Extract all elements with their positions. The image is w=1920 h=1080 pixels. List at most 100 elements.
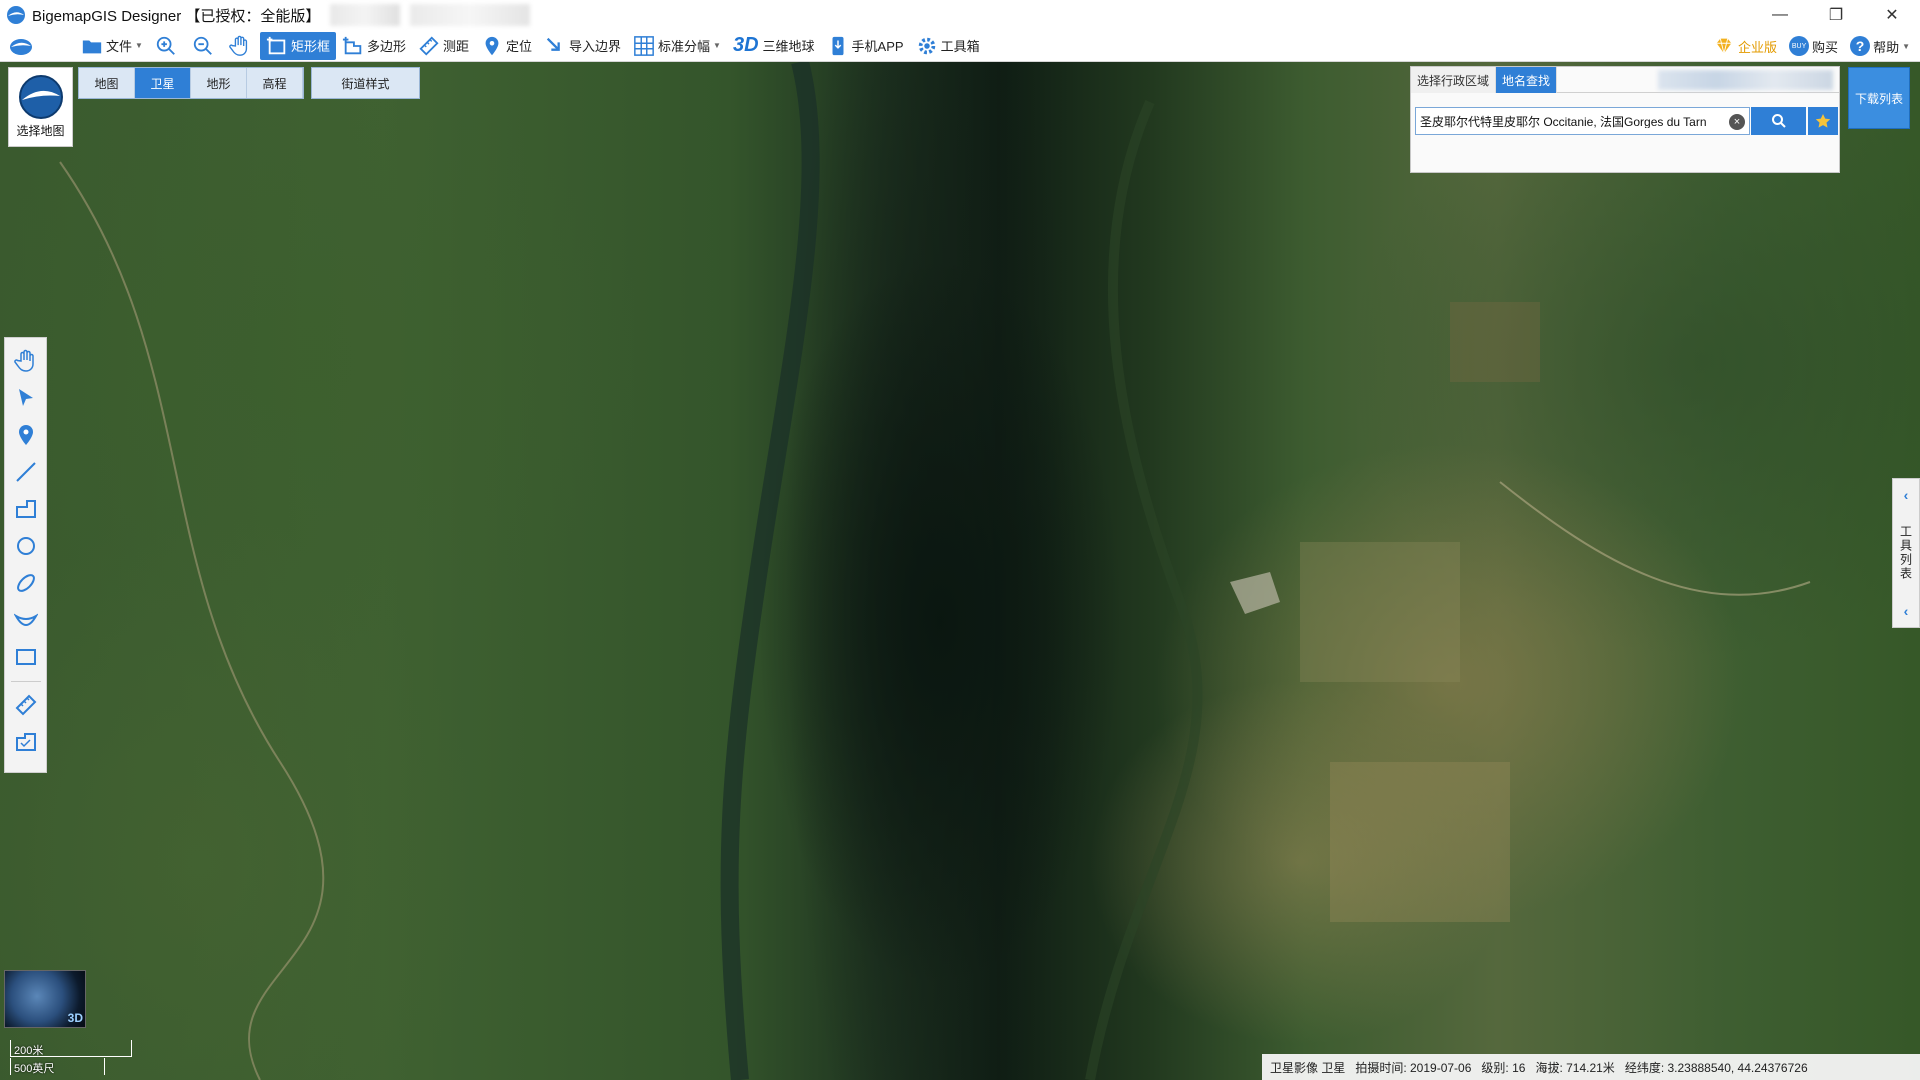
search-button[interactable] <box>1751 107 1806 135</box>
zoom-out-button[interactable] <box>186 32 223 60</box>
file-menu[interactable]: 文件 ▼ <box>75 32 149 60</box>
title-bar: BigemapGIS Designer 【已授权：全能版】 — ❐ ✕ <box>0 0 1920 30</box>
minimize-button[interactable]: — <box>1752 0 1808 30</box>
rect-box-label: 矩形框 <box>290 39 330 54</box>
cursor-arrow-icon <box>18 389 33 406</box>
tab-map[interactable]: 地图 <box>79 68 135 98</box>
zoom-in-icon <box>156 36 175 55</box>
location-pin-icon <box>18 425 33 445</box>
circle-icon <box>16 537 35 555</box>
clear-icon[interactable]: × <box>1729 114 1745 130</box>
toolbox-button[interactable]: 工具箱 <box>910 32 986 60</box>
measure-button[interactable]: 测距 <box>412 32 475 60</box>
buy-label: 购买 <box>1812 39 1839 55</box>
3d-icon: 3D <box>732 34 759 56</box>
rectangle-tool[interactable] <box>11 642 41 672</box>
toolbox-label: 工具箱 <box>940 39 980 54</box>
redacted-area <box>410 4 531 26</box>
chevron-left-icon[interactable]: ‹ <box>1904 603 1909 619</box>
chevron-down-icon: ▼ <box>135 41 143 50</box>
close-button[interactable]: ✕ <box>1864 0 1920 30</box>
restore-button[interactable]: ❐ <box>1808 0 1864 30</box>
satellite-map-canvas[interactable] <box>0 62 1920 1080</box>
divider <box>10 681 41 682</box>
circle-tool[interactable] <box>11 531 41 561</box>
rect-box-button[interactable]: 矩形框 <box>259 31 336 60</box>
mobile-app-label: 手机APP <box>851 39 904 54</box>
scale-metric-label: 200米 <box>14 1045 44 1057</box>
map-selector-label: 选择地图 <box>16 124 65 138</box>
locate-label: 定位 <box>505 39 532 54</box>
polygon-icon <box>342 36 362 54</box>
status-altitude: 海拔: 714.21米 <box>1535 1060 1615 1075</box>
import-boundary-label: 导入边界 <box>569 39 622 54</box>
marker-tool[interactable] <box>11 420 41 450</box>
mobile-phone-icon <box>832 36 844 55</box>
pan-tool[interactable] <box>11 346 41 376</box>
zoom-in-button[interactable] <box>149 32 186 60</box>
map-source-selector[interactable]: 选择地图 <box>8 67 73 147</box>
measure-distance-tool[interactable] <box>11 690 41 720</box>
status-bar: 卫星影像 卫星 拍摄时间: 2019-07-06 级别: 16 海拔: 714.… <box>1262 1054 1920 1080</box>
pan-button[interactable] <box>223 32 260 60</box>
bigemap-logo-icon <box>10 38 32 55</box>
globe-3d-label: 三维地球 <box>762 39 815 54</box>
buy-icon: BUY <box>1789 36 1810 56</box>
home-logo-button[interactable] <box>0 32 45 60</box>
window-title: BigemapGIS Designer 【已授权：全能版】 <box>32 7 321 25</box>
status-capture-time: 拍摄时间: 2019-07-06 <box>1355 1060 1472 1075</box>
download-list-button[interactable]: 下载列表 <box>1848 67 1910 129</box>
scale-bar: 200米 500英尺 <box>10 1040 135 1078</box>
help-label: 帮助 <box>1873 39 1900 55</box>
mobile-app-button[interactable]: 手机APP <box>821 32 910 60</box>
search-icon <box>1771 114 1786 128</box>
3d-label: 3D <box>67 1011 83 1025</box>
app-logo-icon <box>7 6 25 24</box>
line-tool[interactable] <box>11 457 41 487</box>
grid-icon <box>634 35 654 56</box>
tab-terrain[interactable]: 地形 <box>191 68 247 98</box>
chevron-down-icon: ▼ <box>1902 41 1910 51</box>
rectangle-icon <box>15 649 36 665</box>
globe-3d-button[interactable]: 3D 三维地球 <box>727 32 821 60</box>
polygon-icon <box>15 500 36 518</box>
area-measure-icon <box>15 733 36 751</box>
redacted-area <box>1658 70 1833 90</box>
tool-list-panel[interactable]: ‹ 工具列表 ‹ <box>1892 478 1920 628</box>
locate-button[interactable]: 定位 <box>475 32 538 60</box>
arc-tool[interactable] <box>11 605 41 635</box>
measure-label: 测距 <box>442 39 469 54</box>
ellipse-icon <box>16 574 35 592</box>
arc-icon <box>13 613 38 626</box>
enterprise-button[interactable]: 企业版 <box>1707 32 1783 60</box>
buy-button[interactable]: BUY 购买 <box>1783 32 1844 60</box>
help-menu[interactable]: ? 帮助 ▼ <box>1844 32 1916 60</box>
gear-icon <box>918 37 935 54</box>
ellipse-tool[interactable] <box>11 568 41 598</box>
tab-satellite[interactable]: 卫星 <box>135 68 191 98</box>
ruler-icon <box>419 35 439 56</box>
scale-imperial-label: 500英尺 <box>14 1063 55 1075</box>
search-box: × <box>1415 107 1750 135</box>
standard-sheet-menu[interactable]: 标准分幅 ▼ <box>627 32 727 60</box>
chevron-left-icon[interactable]: ‹ <box>1904 487 1909 503</box>
favorite-button[interactable] <box>1808 107 1838 135</box>
hand-icon <box>13 349 34 372</box>
measure-area-tool[interactable] <box>11 727 41 757</box>
tab-elevation[interactable]: 高程 <box>247 68 303 98</box>
help-icon: ? <box>1850 36 1871 56</box>
select-tool[interactable] <box>11 383 41 413</box>
tab-place-search[interactable]: 地名查找 <box>1496 67 1558 93</box>
search-input[interactable] <box>1420 114 1720 128</box>
polygon-button[interactable]: 多边形 <box>336 32 412 60</box>
import-boundary-button[interactable]: 导入边界 <box>538 32 627 60</box>
tab-admin-region[interactable]: 选择行政区域 <box>1411 67 1497 93</box>
hand-icon <box>229 35 248 56</box>
tool-list-label: 工具列表 <box>1898 525 1913 581</box>
star-icon <box>1815 114 1831 128</box>
3d-globe-thumbnail[interactable]: 3D <box>4 970 86 1028</box>
polygon-tool[interactable] <box>11 494 41 524</box>
street-style-button[interactable]: 街道样式 <box>311 67 420 99</box>
standard-sheet-label: 标准分幅 <box>658 39 711 54</box>
rectangle-select-icon <box>266 36 286 54</box>
